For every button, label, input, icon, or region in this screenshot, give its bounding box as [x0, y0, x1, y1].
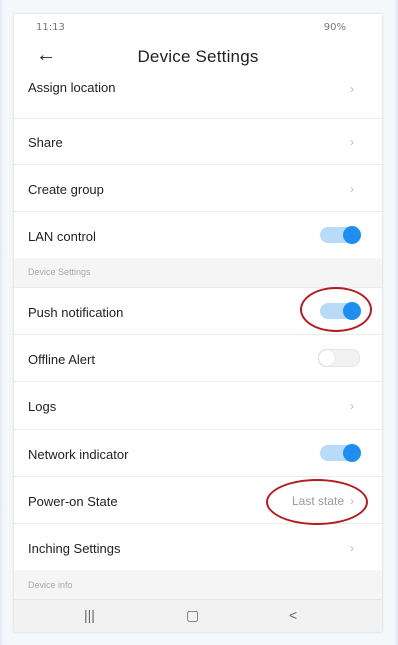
row-create-group[interactable]: Create group ›	[14, 164, 382, 212]
row-offline-alert: Offline Alert	[14, 334, 382, 382]
annotation-circle	[300, 287, 372, 332]
phone-screen: 11:13 90% ← Device Settings Assign locat…	[14, 14, 382, 632]
back-button[interactable]: <	[289, 607, 297, 623]
row-push-notification: Push notification	[14, 287, 382, 335]
row-share[interactable]: Share ›	[14, 118, 382, 165]
logs-label: Logs	[28, 399, 57, 414]
create-group-label: Create group	[28, 182, 104, 197]
section-device-settings-label: Device Settings	[28, 267, 91, 277]
toggle-knob	[343, 444, 361, 462]
chevron-right-icon: ›	[350, 82, 354, 96]
section-device-info-label: Device info	[28, 580, 73, 590]
chevron-right-icon: ›	[350, 399, 354, 413]
network-indicator-label: Network indicator	[28, 447, 129, 462]
chevron-right-icon: ›	[350, 182, 354, 196]
status-bar: 11:13 90%	[14, 14, 382, 40]
chevron-right-icon: ›	[350, 541, 354, 555]
lan-control-toggle[interactable]	[320, 226, 361, 244]
power-on-state-label: Power-on State	[28, 494, 118, 509]
status-battery: 90%	[323, 22, 346, 33]
row-power-on-state[interactable]: Power-on State Last state ›	[14, 476, 382, 525]
row-lan-control: LAN control	[14, 211, 382, 259]
row-assign-location[interactable]: Assign location ›	[14, 76, 382, 119]
offline-alert-toggle[interactable]	[318, 349, 360, 367]
toggle-knob	[319, 350, 335, 366]
row-network-indicator: Network indicator	[14, 429, 382, 477]
section-header-device-info: Device info	[14, 570, 382, 601]
app-header: ← Device Settings	[14, 40, 382, 76]
recents-button[interactable]: |||	[84, 607, 95, 623]
home-button[interactable]: ▢	[186, 607, 199, 624]
page-title: Device Settings	[137, 47, 259, 66]
push-notification-label: Push notification	[28, 305, 124, 320]
lan-control-label: LAN control	[28, 229, 96, 244]
section-header-device-settings: Device Settings	[14, 258, 382, 288]
row-logs[interactable]: Logs ›	[14, 381, 382, 430]
assign-location-label: Assign location	[28, 80, 116, 95]
inching-settings-label: Inching Settings	[28, 541, 121, 556]
share-label: Share	[28, 135, 63, 150]
system-nav-bar: ||| ▢ <	[14, 599, 382, 632]
chevron-right-icon: ›	[350, 135, 354, 149]
annotation-circle	[266, 479, 368, 525]
row-inching-settings[interactable]: Inching Settings ›	[14, 523, 382, 571]
offline-alert-label: Offline Alert	[28, 352, 95, 367]
network-indicator-toggle[interactable]	[320, 444, 361, 462]
toggle-knob	[343, 226, 361, 244]
photo-frame: 11:13 90% ← Device Settings Assign locat…	[0, 0, 398, 645]
status-time: 11:13	[36, 22, 65, 33]
